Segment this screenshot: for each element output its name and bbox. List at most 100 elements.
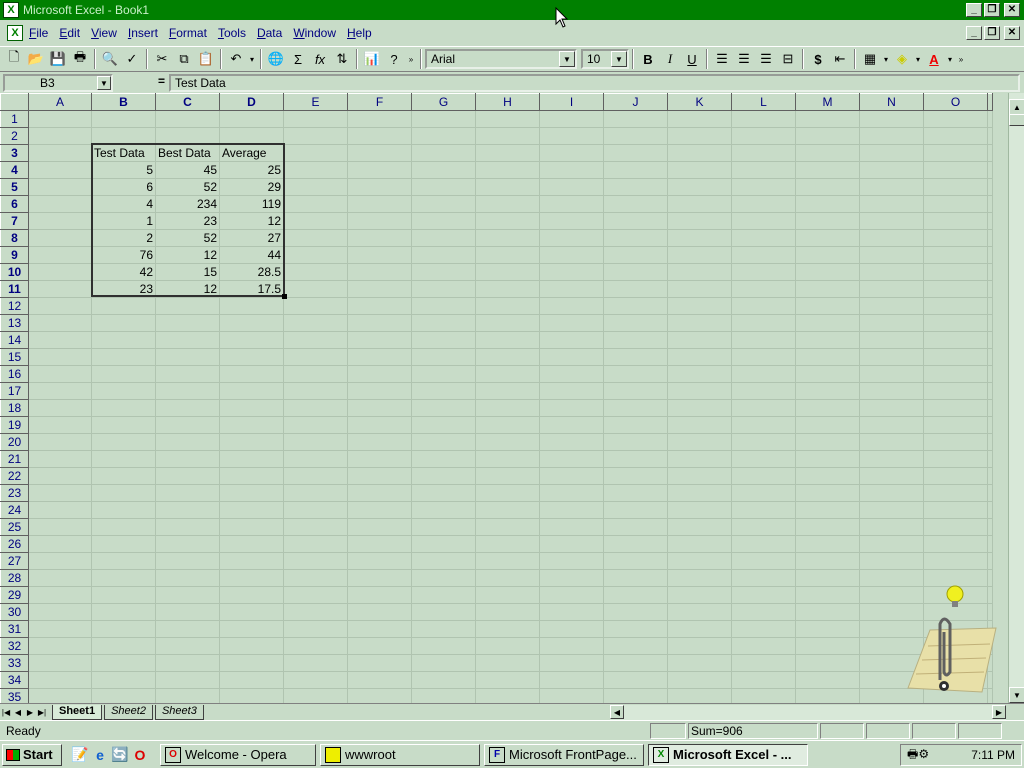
cell[interactable] (283, 178, 348, 196)
cell[interactable] (731, 297, 796, 315)
column-header-n[interactable]: N (859, 93, 924, 111)
cell[interactable] (219, 314, 284, 332)
row-header[interactable]: 30 (0, 603, 29, 621)
cell[interactable] (923, 484, 988, 502)
cell[interactable] (155, 331, 220, 349)
cell[interactable] (411, 246, 476, 264)
cell[interactable] (923, 161, 988, 179)
cell[interactable] (475, 127, 540, 145)
row-header[interactable]: 28 (0, 569, 29, 587)
cell[interactable] (603, 450, 668, 468)
task-opera[interactable]: O Welcome - Opera (160, 743, 316, 766)
cell[interactable] (667, 382, 732, 400)
menu-view[interactable]: View (91, 26, 117, 40)
cell[interactable] (411, 433, 476, 451)
row-header[interactable]: 14 (0, 331, 29, 349)
menu-file[interactable]: File (29, 26, 48, 40)
cell[interactable] (28, 127, 92, 145)
cell[interactable] (667, 620, 732, 638)
cell[interactable] (347, 144, 412, 162)
cell[interactable] (987, 399, 993, 417)
cell[interactable] (411, 569, 476, 587)
cell[interactable] (347, 212, 412, 230)
cell[interactable] (667, 484, 732, 502)
cell[interactable] (475, 229, 540, 247)
cell[interactable] (475, 603, 540, 621)
cell[interactable] (411, 586, 476, 604)
chevron-down-icon[interactable]: ▼ (611, 51, 627, 67)
row-header[interactable]: 31 (0, 620, 29, 638)
cell[interactable] (28, 195, 92, 213)
cell[interactable] (859, 399, 924, 417)
opera-icon[interactable]: O (130, 745, 150, 765)
cell[interactable] (91, 518, 156, 536)
cell[interactable] (347, 195, 412, 213)
data-cell[interactable]: 28.5 (219, 263, 284, 281)
cell[interactable] (987, 195, 993, 213)
cell[interactable] (987, 280, 993, 298)
cell[interactable] (475, 552, 540, 570)
cell[interactable] (219, 416, 284, 434)
cell[interactable] (859, 348, 924, 366)
chevron-down-icon[interactable]: ▾ (945, 48, 955, 70)
cell[interactable] (667, 501, 732, 519)
cell[interactable] (795, 603, 860, 621)
cell[interactable] (859, 280, 924, 298)
cell[interactable] (475, 450, 540, 468)
cell[interactable] (539, 501, 604, 519)
cell[interactable] (731, 501, 796, 519)
cell[interactable] (475, 365, 540, 383)
cell[interactable] (475, 501, 540, 519)
cell[interactable] (219, 127, 284, 145)
workbook-icon[interactable]: X (7, 25, 23, 41)
cell[interactable] (475, 688, 540, 703)
cell[interactable] (28, 263, 92, 281)
cell[interactable] (603, 637, 668, 655)
cell[interactable] (795, 144, 860, 162)
save-icon[interactable]: 💾 (47, 48, 69, 70)
cell[interactable] (603, 535, 668, 553)
cell[interactable] (283, 212, 348, 230)
cell[interactable] (155, 110, 220, 128)
cell[interactable] (219, 110, 284, 128)
cell[interactable] (603, 688, 668, 703)
cell[interactable] (859, 501, 924, 519)
cell[interactable] (411, 654, 476, 672)
cell[interactable] (28, 518, 92, 536)
chart-wizard-icon[interactable]: 📊 (361, 48, 383, 70)
cell[interactable] (155, 399, 220, 417)
cell[interactable] (923, 535, 988, 553)
more-buttons-icon[interactable]: » (955, 48, 967, 70)
cell[interactable] (219, 569, 284, 587)
cell[interactable] (603, 280, 668, 298)
cell[interactable] (859, 450, 924, 468)
select-all-corner[interactable] (0, 93, 29, 111)
cell[interactable] (347, 229, 412, 247)
cell[interactable] (731, 161, 796, 179)
cell[interactable] (347, 263, 412, 281)
cell[interactable] (155, 671, 220, 689)
cell[interactable] (539, 127, 604, 145)
spelling-icon[interactable]: ✓ (121, 48, 143, 70)
cell[interactable] (411, 467, 476, 485)
cell[interactable] (539, 484, 604, 502)
cell[interactable] (859, 484, 924, 502)
cell[interactable] (667, 144, 732, 162)
cell[interactable] (539, 110, 604, 128)
first-sheet-icon[interactable]: |◀ (0, 705, 12, 719)
cell[interactable] (28, 603, 92, 621)
cell[interactable] (155, 416, 220, 434)
cell[interactable] (731, 365, 796, 383)
column-header-c[interactable]: C (155, 93, 220, 111)
cell[interactable] (91, 603, 156, 621)
cell[interactable] (795, 297, 860, 315)
cell[interactable] (347, 569, 412, 587)
cell[interactable] (475, 569, 540, 587)
cell[interactable] (667, 127, 732, 145)
cell[interactable] (411, 263, 476, 281)
cell[interactable] (347, 399, 412, 417)
equals-icon[interactable]: = (115, 74, 169, 92)
cell[interactable] (603, 603, 668, 621)
column-header-a[interactable]: A (28, 93, 92, 111)
vertical-scrollbar[interactable]: ▲ ▼ (1008, 93, 1024, 703)
